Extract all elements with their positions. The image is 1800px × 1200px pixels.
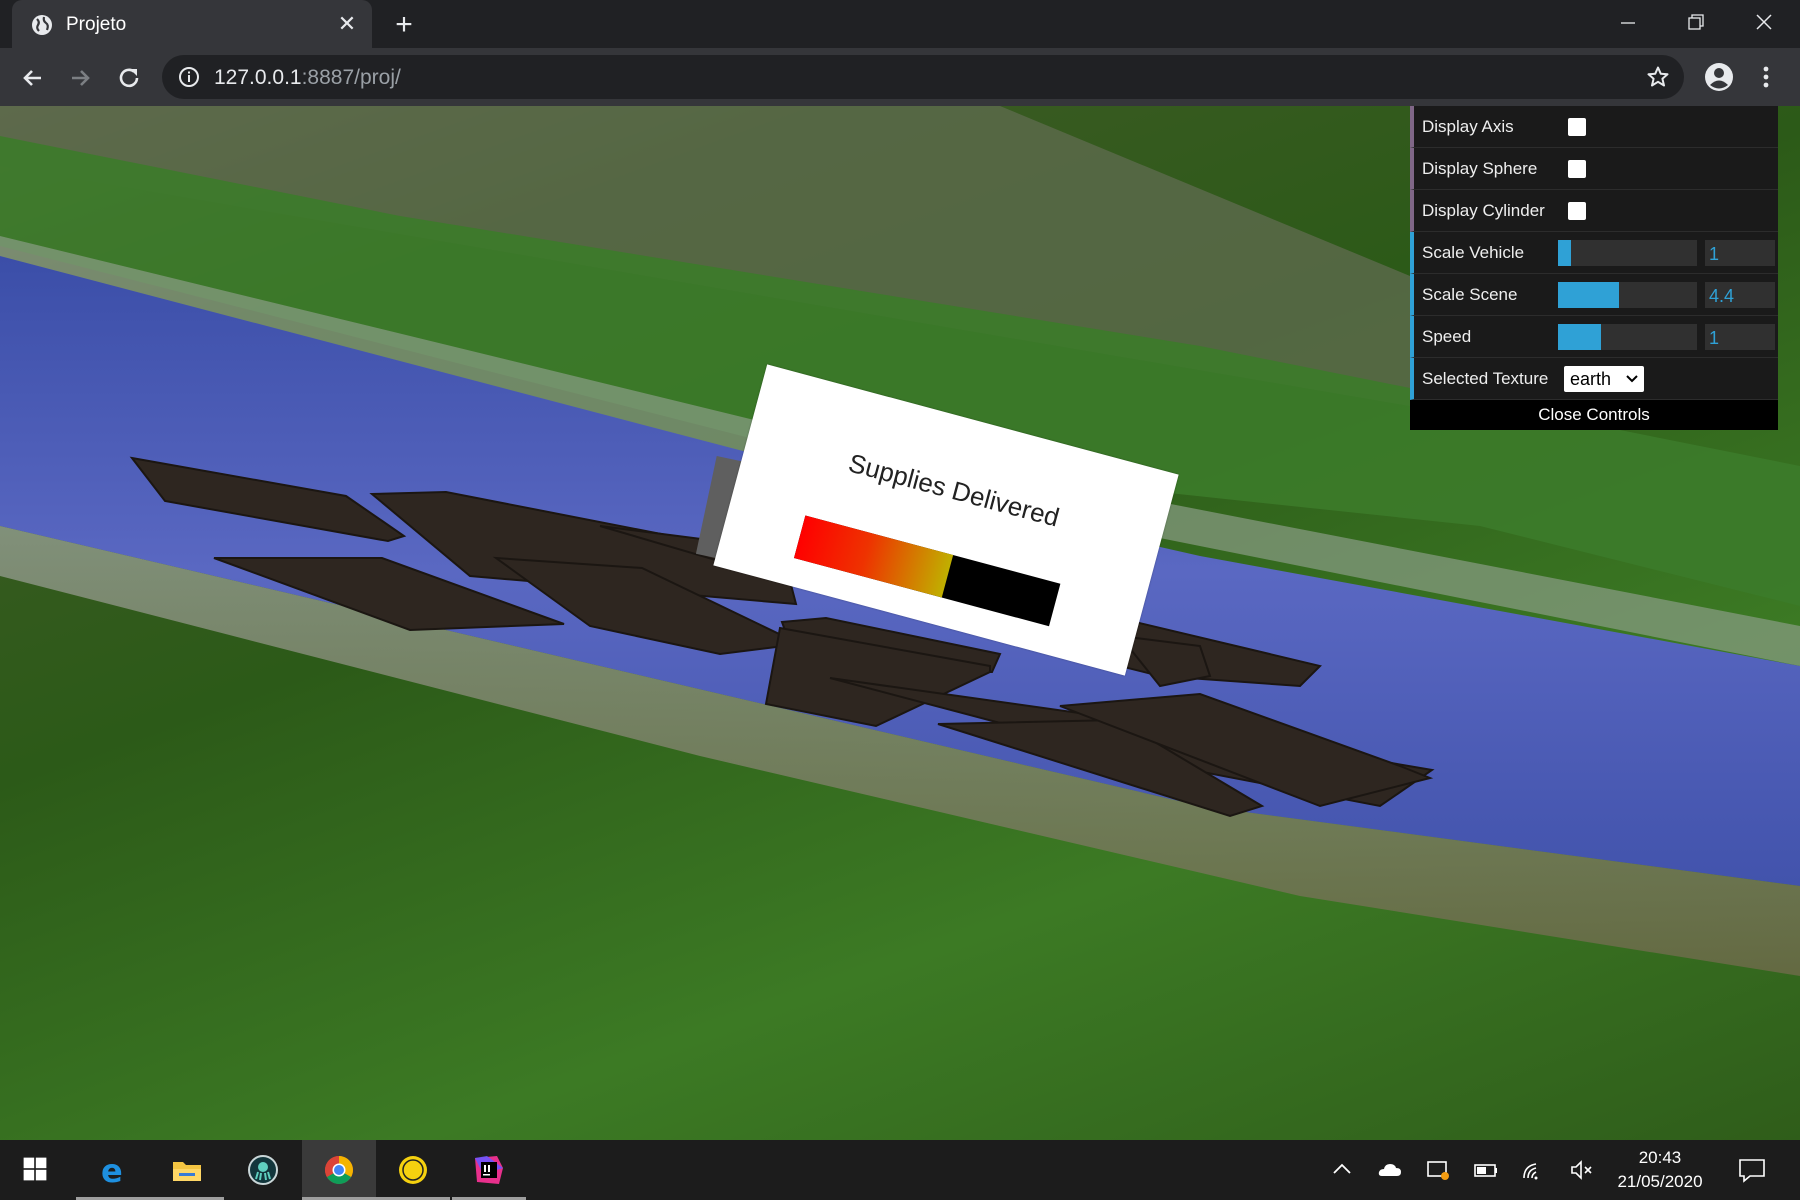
taskbar-okt-app[interactable] bbox=[376, 1140, 450, 1200]
folder-icon bbox=[173, 1162, 201, 1181]
system-clock[interactable]: 20:43 21/05/2020 bbox=[1600, 1146, 1720, 1194]
address-bar[interactable]: 127.0.0.1:8887/proj/ bbox=[162, 55, 1684, 99]
display-cylinder-label: Display Cylinder bbox=[1422, 201, 1545, 220]
scale-scene-input[interactable]: 4.4 bbox=[1705, 282, 1775, 308]
speed-row: Speed 1 bbox=[1410, 316, 1778, 358]
supplies-progress-fill bbox=[793, 515, 954, 598]
controls-panel: Display Axis Display Sphere Display Cyli… bbox=[1410, 106, 1778, 430]
restore-icon[interactable] bbox=[1676, 8, 1716, 38]
edge-icon: e bbox=[101, 1154, 123, 1186]
taskbar-edge[interactable]: e bbox=[76, 1140, 150, 1200]
close-controls-button[interactable]: Close Controls bbox=[1410, 400, 1778, 430]
speed-input[interactable]: 1 bbox=[1705, 324, 1775, 350]
minimize-icon[interactable] bbox=[1608, 8, 1648, 38]
notifications-icon[interactable] bbox=[1736, 1154, 1768, 1186]
reload-icon[interactable] bbox=[113, 62, 145, 94]
scale-vehicle-slider-fill bbox=[1558, 240, 1571, 266]
wifi-icon[interactable] bbox=[1520, 1156, 1548, 1184]
scale-vehicle-label: Scale Vehicle bbox=[1422, 243, 1525, 262]
chevron-down-icon bbox=[1626, 367, 1638, 399]
tab-title: Projeto bbox=[66, 14, 127, 35]
display-sphere-row[interactable]: Display Sphere bbox=[1410, 148, 1778, 190]
display-sphere-label: Display Sphere bbox=[1422, 159, 1538, 178]
intellij-icon bbox=[475, 1156, 503, 1184]
selected-texture-row: Selected Texture earth bbox=[1410, 358, 1778, 400]
bookmark-star-icon[interactable] bbox=[1646, 65, 1670, 89]
display-sphere-checkbox[interactable] bbox=[1568, 160, 1586, 178]
browser-toolbar: 127.0.0.1:8887/proj/ bbox=[0, 48, 1800, 106]
tab-close-icon[interactable]: ✕ bbox=[334, 11, 360, 37]
display-axis-row[interactable]: Display Axis bbox=[1410, 106, 1778, 148]
profile-avatar-icon[interactable] bbox=[1703, 61, 1735, 93]
volume-muted-icon[interactable] bbox=[1568, 1156, 1596, 1184]
info-icon[interactable] bbox=[178, 66, 200, 88]
display-axis-checkbox[interactable] bbox=[1568, 118, 1586, 136]
browser-tab[interactable]: Projeto ✕ bbox=[12, 0, 372, 50]
battery-icon[interactable] bbox=[1472, 1156, 1500, 1184]
taskbar-intellij[interactable] bbox=[452, 1140, 526, 1200]
clock-date: 21/05/2020 bbox=[1617, 1172, 1703, 1191]
display-axis-label: Display Axis bbox=[1422, 117, 1514, 136]
url-path: :8887/proj/ bbox=[301, 66, 401, 89]
chrome-icon bbox=[325, 1156, 353, 1184]
new-tab-button[interactable]: + bbox=[388, 10, 420, 42]
globe-icon bbox=[32, 15, 52, 35]
taskbar-gitkraken[interactable] bbox=[226, 1140, 300, 1200]
start-button[interactable] bbox=[0, 1140, 74, 1200]
taskbar-chrome[interactable] bbox=[302, 1140, 376, 1200]
selected-texture-label: Selected Texture bbox=[1422, 369, 1549, 388]
clock-time: 20:43 bbox=[1638, 1148, 1682, 1167]
scale-vehicle-input[interactable]: 1 bbox=[1705, 240, 1775, 266]
display-cylinder-checkbox[interactable] bbox=[1568, 202, 1586, 220]
yellow-badge-icon bbox=[399, 1156, 427, 1184]
scale-vehicle-row: Scale Vehicle 1 bbox=[1410, 232, 1778, 274]
taskbar: e 20:43 21/05/2020 bbox=[0, 1140, 1800, 1200]
scale-scene-slider[interactable] bbox=[1558, 282, 1697, 308]
gitkraken-icon bbox=[248, 1155, 278, 1185]
scale-scene-label: Scale Scene bbox=[1422, 285, 1518, 304]
scale-vehicle-slider[interactable] bbox=[1558, 240, 1697, 266]
forward-arrow-icon[interactable] bbox=[64, 62, 96, 94]
windows-logo-icon bbox=[23, 1157, 47, 1181]
tab-strip: Projeto ✕ + bbox=[0, 0, 1800, 50]
kebab-menu-icon[interactable] bbox=[1756, 61, 1776, 93]
update-icon[interactable] bbox=[1424, 1156, 1452, 1184]
window-close-icon[interactable] bbox=[1744, 8, 1784, 38]
speed-slider[interactable] bbox=[1558, 324, 1697, 350]
url-host: 127.0.0.1 bbox=[214, 66, 302, 89]
url-text: 127.0.0.1:8887/proj/ bbox=[214, 66, 401, 90]
back-arrow-icon[interactable] bbox=[17, 62, 49, 94]
speed-slider-fill bbox=[1558, 324, 1602, 350]
display-cylinder-row[interactable]: Display Cylinder bbox=[1410, 190, 1778, 232]
scale-scene-slider-fill bbox=[1558, 282, 1620, 308]
taskbar-file-explorer[interactable] bbox=[150, 1140, 224, 1200]
scale-scene-row: Scale Scene 4.4 bbox=[1410, 274, 1778, 316]
texture-select[interactable]: earth bbox=[1564, 366, 1644, 392]
svg-text:e: e bbox=[101, 1154, 123, 1186]
speed-label: Speed bbox=[1422, 327, 1472, 346]
texture-select-value: earth bbox=[1570, 369, 1612, 389]
onedrive-cloud-icon[interactable] bbox=[1376, 1156, 1404, 1184]
chevron-up-icon[interactable] bbox=[1328, 1156, 1356, 1184]
